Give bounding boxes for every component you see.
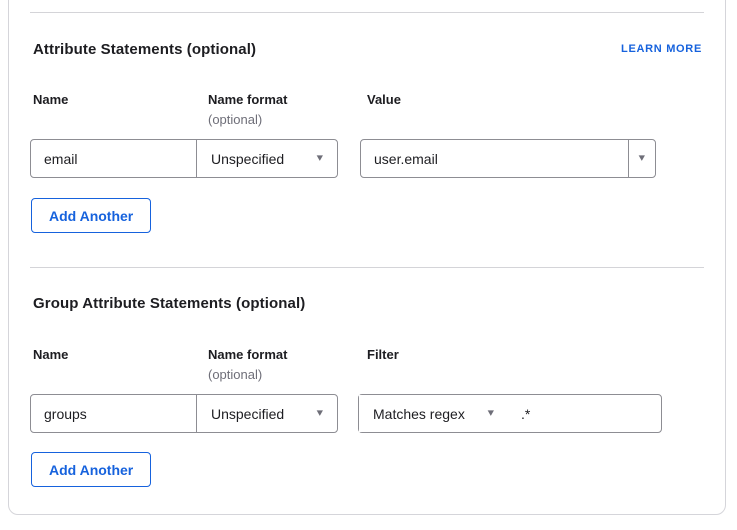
- learn-more-link[interactable]: LEARN MORE: [621, 43, 702, 55]
- group-attribute-name-group: Unspecified ▾: [30, 394, 338, 433]
- attribute-value-group: ▾: [360, 139, 656, 178]
- group-filter-pattern-input[interactable]: [508, 395, 661, 432]
- caret-down-icon: ▾: [639, 153, 645, 164]
- attribute-name-input[interactable]: [31, 140, 196, 177]
- group-attribute-name-input[interactable]: [31, 395, 196, 432]
- section-divider: [30, 267, 704, 268]
- top-divider: [30, 12, 704, 13]
- group-filter-type-select[interactable]: Matches regex ▾: [359, 395, 508, 432]
- attribute-name-format-selected: Unspecified: [211, 151, 284, 167]
- group-filter-type-selected: Matches regex: [373, 406, 465, 422]
- group-attribute-statements-title: Group Attribute Statements (optional): [33, 295, 305, 312]
- column-header-name-format-optional: (optional): [208, 112, 262, 127]
- column-header-filter: Filter: [367, 347, 399, 362]
- add-another-attribute-button[interactable]: Add Another: [31, 198, 151, 233]
- column-header-name-format: Name format: [208, 92, 287, 107]
- attribute-name-group: Unspecified ▾: [30, 139, 338, 178]
- group-attribute-filter-group: Matches regex ▾: [358, 394, 662, 433]
- column-header-name: Name: [33, 92, 68, 107]
- column-header-name: Name: [33, 347, 68, 362]
- attribute-statements-title: Attribute Statements (optional): [33, 41, 256, 58]
- group-attribute-name-format-select[interactable]: Unspecified ▾: [196, 395, 337, 432]
- attribute-name-format-select[interactable]: Unspecified ▾: [196, 140, 337, 177]
- caret-down-icon: ▾: [488, 408, 494, 419]
- caret-down-icon: ▾: [317, 408, 323, 419]
- attribute-value-input[interactable]: [361, 140, 628, 177]
- add-another-group-attribute-button[interactable]: Add Another: [31, 452, 151, 487]
- group-attribute-name-format-selected: Unspecified: [211, 406, 284, 422]
- column-header-name-format: Name format: [208, 347, 287, 362]
- column-header-value: Value: [367, 92, 401, 107]
- saml-settings-page: Attribute Statements (optional) LEARN MO…: [0, 0, 737, 530]
- attribute-value-dropdown-button[interactable]: ▾: [628, 140, 655, 177]
- settings-card: [8, 0, 726, 515]
- caret-down-icon: ▾: [317, 153, 323, 164]
- column-header-name-format-optional: (optional): [208, 367, 262, 382]
